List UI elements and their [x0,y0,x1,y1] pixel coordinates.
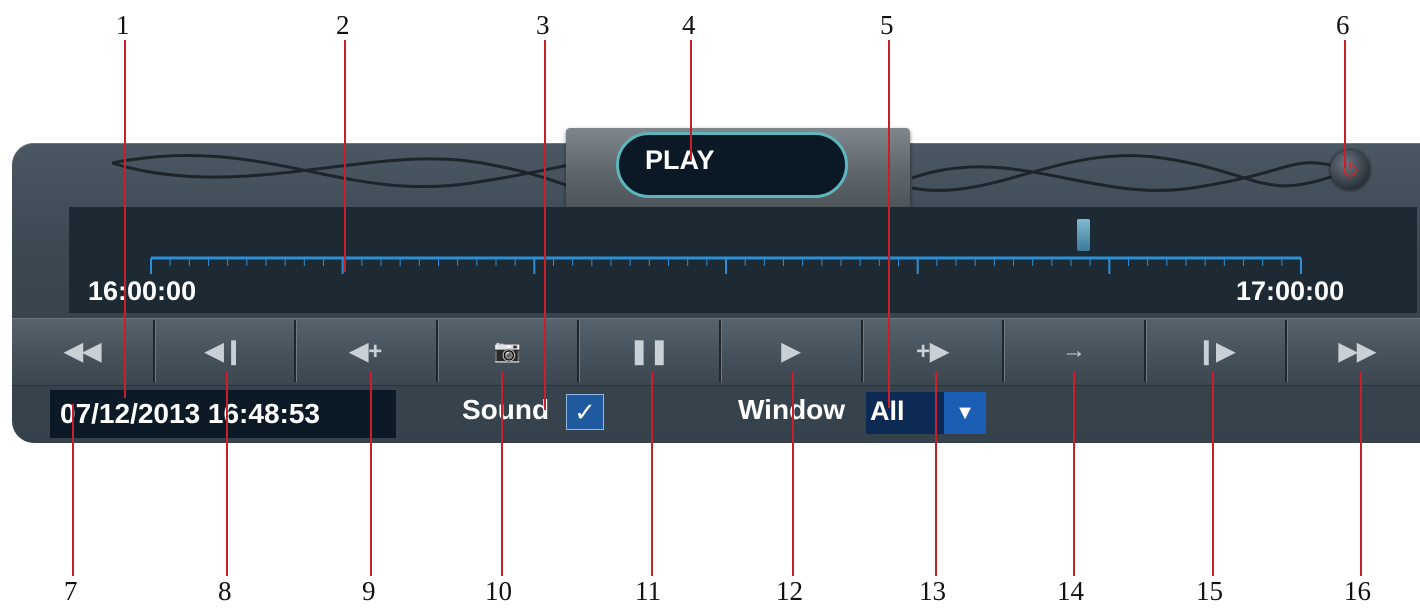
timeline-end-time: 17:00:00 [1236,276,1345,306]
timeline-start-time: 16:00:00 [88,276,197,306]
callout-line [544,40,546,410]
callout-number: 16 [1344,576,1371,606]
arrow-right-icon: → [1061,337,1086,364]
callout-line [651,372,653,576]
callout-number: 13 [919,576,946,606]
callout-line [1212,372,1214,576]
callout-line [124,40,126,398]
callout-number: 15 [1196,576,1223,606]
button-separator-highlight [579,320,581,382]
callout-number: 2 [336,10,350,40]
fast-forward-icon: ▶▶ [1338,337,1376,365]
step-forward-button[interactable]: ❙▶ [1145,318,1287,384]
slow-back-button[interactable]: ◀+ [295,318,437,384]
button-separator-highlight [1004,320,1006,382]
button-separator-highlight [296,320,298,382]
callout-number: 8 [218,576,232,606]
sound-checkbox[interactable]: ✓ [566,394,604,430]
callout-number: 12 [776,576,803,606]
button-separator-highlight [1287,320,1289,382]
callout-line [792,372,794,576]
slow-back-icon: ◀+ [349,337,383,365]
button-separator-highlight [1145,320,1147,382]
callout-number: 11 [635,576,661,606]
callout-number: 7 [64,576,78,606]
callout-number: 5 [880,10,894,40]
callout-number: 14 [1057,576,1084,606]
snapshot-button[interactable]: 📷 [437,318,579,384]
sound-label: Sound [462,394,550,425]
current-datetime: 07/12/2013 16:48:53 [50,390,396,438]
mode-label: PLAY [616,132,848,198]
fast-rewind-icon: ◀◀ [64,337,102,365]
callout-line [501,372,503,576]
button-separator-highlight [437,320,439,382]
callout-line [935,372,937,576]
camera-icon: 📷 [493,338,522,363]
button-separator-highlight [721,320,722,382]
step-forward-icon: ❙▶ [1196,337,1235,365]
pause-button[interactable]: ❚❚ [578,318,720,384]
timeline-area[interactable] [69,207,1417,313]
callout-line [1360,372,1362,576]
fast-rewind-button[interactable]: ◀◀ [12,318,154,384]
play-button[interactable]: ▶ [720,318,862,384]
button-separator-highlight [862,320,864,382]
callout-number: 1 [116,10,130,40]
slow-forward-icon: +▶ [916,337,949,365]
callout-line [370,372,372,576]
pause-icon: ❚❚ [629,337,670,365]
callout-line [888,40,890,408]
callout-number: 9 [362,576,376,606]
step-back-icon: ◀❙ [205,337,244,365]
callout-line [1344,40,1346,168]
callout-number: 6 [1336,10,1350,40]
power-icon: ⏻ [1342,160,1358,180]
callout-line [1073,372,1075,576]
callout-line [72,404,74,576]
slow-forward-button[interactable]: +▶ [862,318,1004,384]
callout-number: 4 [682,10,696,40]
play-icon: ▶ [781,337,801,365]
chevron-down-icon[interactable]: ▼ [944,392,986,434]
callout-line [226,372,228,576]
button-separator-highlight [154,320,156,382]
callout-number: 3 [536,10,550,40]
fast-forward-button[interactable]: ▶▶ [1286,318,1420,384]
callout-line [344,40,346,272]
callout-line [690,40,692,160]
timeline-playhead[interactable] [1076,219,1090,251]
step-back-button[interactable]: ◀❙ [154,318,296,384]
callout-number: 10 [485,576,512,606]
